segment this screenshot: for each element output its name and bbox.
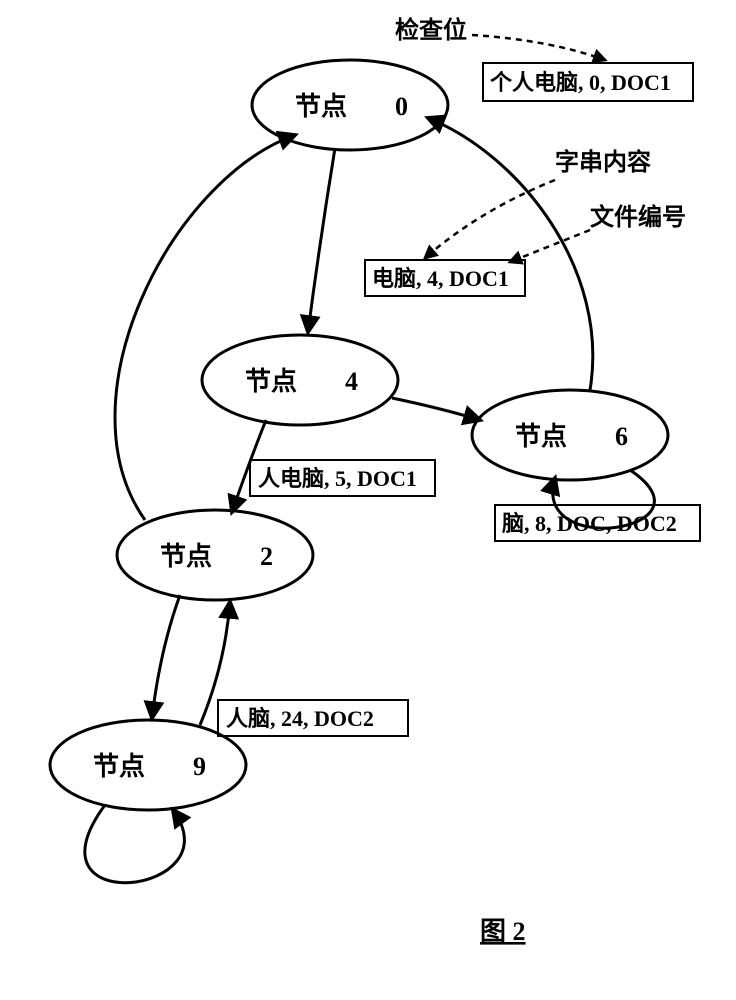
edge-4-6 <box>392 398 480 420</box>
node-0-num: 0 <box>395 92 408 121</box>
data-box-6-text: 脑, 8, DOC, DOC2 <box>502 511 677 536</box>
anno-checkbit: 检查位 <box>395 16 467 44</box>
node-2: 节点 2 <box>117 510 313 600</box>
data-box-9: 人脑, 24, DOC2 <box>218 700 408 736</box>
node-0-prefix: 节点 <box>295 91 347 121</box>
data-box-4: 电脑, 4, DOC1 <box>365 260 525 296</box>
data-box-2-text: 人电脑, 5, DOC1 <box>258 466 417 491</box>
node-2-prefix: 节点 <box>160 541 212 571</box>
node-4-prefix: 节点 <box>245 366 297 396</box>
graph-diagram: 节点 0 节点 4 节点 2 节点 6 节点 9 个人电脑, 0, DOC1 电… <box>0 0 736 1000</box>
node-6-prefix: 节点 <box>515 421 567 451</box>
node-9: 节点 9 <box>50 720 246 810</box>
data-box-6: 脑, 8, DOC, DOC2 <box>495 505 700 541</box>
node-4-num: 4 <box>345 367 358 396</box>
anno-arrow-string <box>425 180 555 258</box>
data-box-9-text: 人脑, 24, DOC2 <box>226 706 374 731</box>
node-0: 节点 0 <box>252 60 448 150</box>
node-4: 节点 4 <box>202 335 398 425</box>
edge-2-0 <box>115 135 295 520</box>
node-6: 节点 6 <box>472 390 668 480</box>
data-box-0-text: 个人电脑, 0, DOC1 <box>490 70 671 95</box>
node-9-prefix: 节点 <box>93 751 145 781</box>
figure-label: 图 2 <box>480 917 526 946</box>
data-box-4-text: 电脑, 4, DOC1 <box>372 266 509 291</box>
edge-0-4 <box>308 148 335 332</box>
node-6-num: 6 <box>615 422 628 451</box>
anno-file: 文件编号 <box>590 203 686 231</box>
anno-arrow-checkbit <box>472 35 605 60</box>
anno-string: 字串内容 <box>555 148 651 176</box>
node-9-num: 9 <box>193 752 206 781</box>
data-box-2: 人电脑, 5, DOC1 <box>250 460 435 496</box>
anno-arrow-file <box>510 230 590 262</box>
node-2-num: 2 <box>260 542 273 571</box>
edge-2-9 <box>152 595 180 718</box>
data-box-0: 个人电脑, 0, DOC1 <box>483 63 693 101</box>
edge-9-self <box>85 805 185 883</box>
